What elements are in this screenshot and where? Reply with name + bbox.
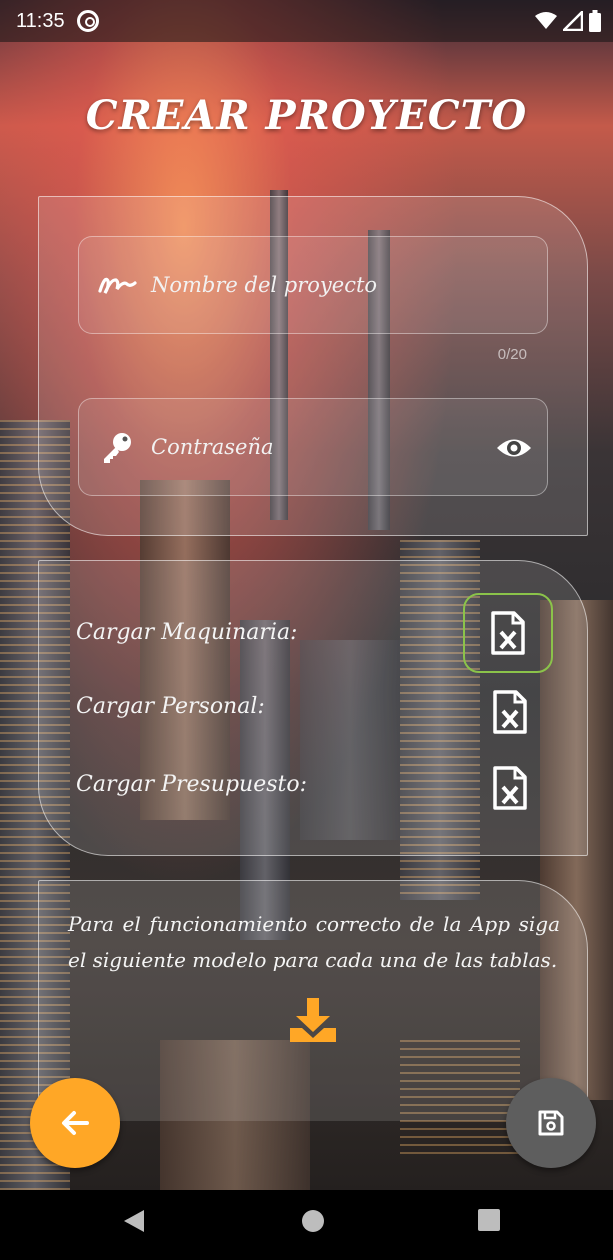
upload-presupuesto-button[interactable] xyxy=(465,748,555,828)
password-placeholder: Contraseña xyxy=(151,435,274,459)
save-button[interactable] xyxy=(506,1078,596,1168)
eye-icon[interactable] xyxy=(495,429,533,467)
upload-maquinaria-button[interactable] xyxy=(463,593,553,673)
key-icon xyxy=(97,427,137,467)
nav-recents-icon[interactable] xyxy=(478,1209,500,1231)
system-nav-bar xyxy=(0,1190,613,1260)
app-notification-icon xyxy=(76,10,99,32)
project-name-placeholder: Nombre del proyecto xyxy=(151,273,378,297)
arrow-left-icon xyxy=(62,1111,89,1135)
wifi-icon xyxy=(535,12,557,29)
info-text: Para el funcionamiento correcto de la Ap… xyxy=(68,912,560,972)
upload-label-personal: Cargar Personal: xyxy=(76,694,265,719)
status-bar: 11:35 xyxy=(0,0,613,42)
back-button[interactable] xyxy=(30,1078,120,1168)
battery-icon xyxy=(589,10,601,32)
screen: 11:35 CREAR PROYECTO Nombre del proyecto… xyxy=(0,0,613,1260)
excel-file-icon xyxy=(493,766,527,810)
project-name-field[interactable]: Nombre del proyecto xyxy=(78,236,548,334)
nav-back-icon[interactable] xyxy=(124,1210,144,1232)
excel-file-icon xyxy=(491,611,525,655)
nav-home-icon[interactable] xyxy=(302,1210,324,1232)
signal-icon xyxy=(563,11,583,31)
name-char-counter: 0/20 xyxy=(497,346,527,363)
signature-icon xyxy=(97,265,137,305)
upload-personal-button[interactable] xyxy=(465,672,555,752)
save-icon xyxy=(538,1110,564,1136)
status-time: 11:35 xyxy=(16,9,65,32)
excel-file-icon xyxy=(493,690,527,734)
page-title: CREAR PROYECTO xyxy=(85,92,528,139)
upload-label-presupuesto: Cargar Presupuesto: xyxy=(76,772,308,797)
download-icon[interactable] xyxy=(288,996,338,1042)
upload-label-maquinaria: Cargar Maquinaria: xyxy=(76,620,298,645)
password-field[interactable]: Contraseña xyxy=(78,398,548,496)
